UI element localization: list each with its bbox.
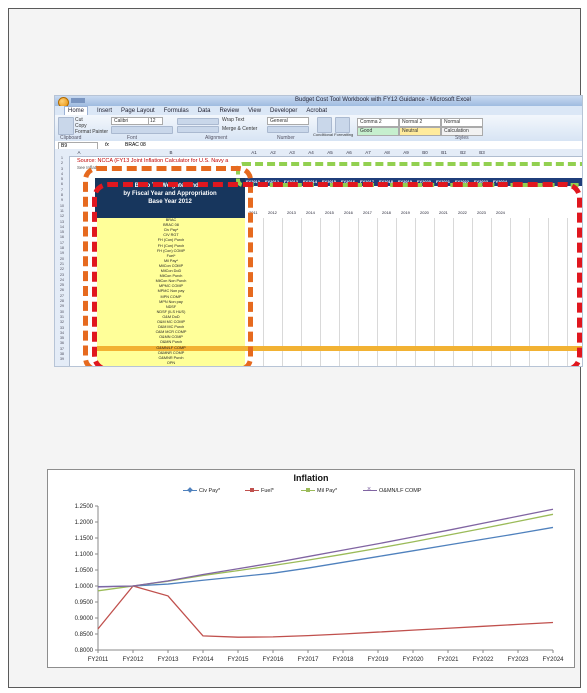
column-header[interactable]: A1 <box>245 149 263 156</box>
column-header[interactable]: B0 <box>416 149 434 156</box>
highlight-data-red <box>92 182 582 366</box>
indent-buttons[interactable] <box>177 126 219 133</box>
x-tick-label: FY2014 <box>192 657 214 663</box>
column-header[interactable]: A6 <box>340 149 358 156</box>
y-tick-label: 0.9000 <box>75 616 94 622</box>
cell-style-normal-2[interactable]: Normal 2 <box>399 118 441 127</box>
conditional-formatting-icon[interactable] <box>317 117 332 133</box>
quick-access-toolbar[interactable] <box>71 98 85 103</box>
inflation-chart: Inflation Civ Pay* Fuel* Mil Pay* × O&MN/LF … <box>47 469 575 668</box>
column-header[interactable]: A2 <box>264 149 282 156</box>
y-tick-label: 0.9500 <box>75 600 94 606</box>
font-size-select[interactable]: 12 <box>148 117 163 125</box>
y-tick-label: 1.1500 <box>75 536 94 542</box>
x-tick-label: FY2021 <box>437 657 459 663</box>
font-name-select[interactable]: Calibri <box>111 117 149 125</box>
paste-icon[interactable] <box>58 117 74 135</box>
y-tick-label: 1.1000 <box>75 552 94 558</box>
cell-style-neutral[interactable]: Neutral <box>399 127 441 136</box>
x-tick-label: FY2015 <box>227 657 249 663</box>
chart-plot: 0.8000 0.8500 0.9000 0.9500 1.0000 1.0500 1.10… <box>75 504 565 663</box>
series-line-fuel- <box>97 585 554 638</box>
column-header[interactable]: B <box>97 149 245 156</box>
function-icon[interactable]: fx <box>105 141 109 149</box>
y-tick-label: 0.8500 <box>75 632 94 638</box>
column-header[interactable]: A3 <box>283 149 301 156</box>
window-title: Budget Cost Tool Workbook with FY12 Guid… <box>295 97 471 103</box>
conditional-formatting-label: Conditional Formatting <box>313 132 354 137</box>
x-tick-label: FY2019 <box>367 657 389 663</box>
row-headers: 1 2 3 4 5 6 7 8 9 10 11 12 13 14 15 16 17 18 19 20 21 22 23 24 2… <box>55 156 70 366</box>
x-tick-label: FY2020 <box>402 657 424 663</box>
x-tick-label: FY2024 <box>542 657 564 663</box>
x-tick-label: FY2013 <box>157 657 179 663</box>
cell-style-normal[interactable]: Normal <box>441 118 483 127</box>
x-tick-label: FY2023 <box>507 657 529 663</box>
cell-style-good[interactable]: Good <box>357 127 399 136</box>
column-header[interactable]: A <box>70 149 88 156</box>
x-tick-label: FY2011 <box>88 657 109 663</box>
merge-center-button[interactable]: Merge & Center <box>222 126 257 132</box>
number-buttons[interactable] <box>267 126 309 133</box>
y-tick-label: 1.0500 <box>75 568 94 574</box>
y-tick-label: 1.2500 <box>75 504 94 510</box>
formula-input[interactable]: BRAC 08 <box>125 141 146 149</box>
row-header[interactable]: 39 <box>55 357 69 362</box>
format-as-table-icon[interactable] <box>335 117 350 133</box>
column-header[interactable]: B1 <box>435 149 453 156</box>
y-tick-label: 1.0000 <box>75 584 94 590</box>
column-header[interactable]: A9 <box>397 149 415 156</box>
column-header[interactable]: B2 <box>454 149 472 156</box>
ribbon-tabs: Home Insert Page Layout Formulas Data Review V… <box>55 106 582 116</box>
y-tick-label: 0.8000 <box>75 648 94 654</box>
cell-style-comma-2[interactable]: Comma 2 <box>357 118 399 127</box>
x-tick-label: FY2012 <box>122 657 144 663</box>
x-tick-label: FY2018 <box>332 657 354 663</box>
x-tick-label: FY2017 <box>297 657 319 663</box>
column-headers: A B A1 A2 A3 A4 A5 A6 A7 A8 A9 B0 B1 B2 B3 <box>55 149 582 157</box>
series-line-o-mn-lf-comp <box>97 508 554 588</box>
alignment-buttons[interactable] <box>177 118 219 125</box>
column-header[interactable]: A4 <box>302 149 320 156</box>
x-tick-label: FY2016 <box>262 657 284 663</box>
number-format-select[interactable]: General <box>267 117 309 125</box>
font-format-buttons[interactable] <box>111 126 173 134</box>
column-header[interactable]: A8 <box>378 149 396 156</box>
column-header[interactable]: B3 <box>473 149 491 156</box>
ribbon: Cut Copy Format Painter Clipboard Calibr… <box>55 115 582 142</box>
excel-title-bar: Budget Cost Tool Workbook with FY12 Guid… <box>55 96 582 108</box>
wrap-text-button[interactable]: Wrap Text <box>222 117 244 123</box>
x-tick-label: FY2022 <box>472 657 494 663</box>
series-line-mil-pay- <box>97 513 554 592</box>
source-note: Source: NCCA (FY13 Joint Inflation Calcu… <box>77 158 229 164</box>
column-header[interactable]: A5 <box>321 149 339 156</box>
y-tick-label: 1.2000 <box>75 520 94 526</box>
excel-screenshot: Budget Cost Tool Workbook with FY12 Guid… <box>54 95 583 367</box>
column-header[interactable]: A7 <box>359 149 377 156</box>
slide-frame: Budget Cost Tool Workbook with FY12 Guid… <box>8 8 583 688</box>
